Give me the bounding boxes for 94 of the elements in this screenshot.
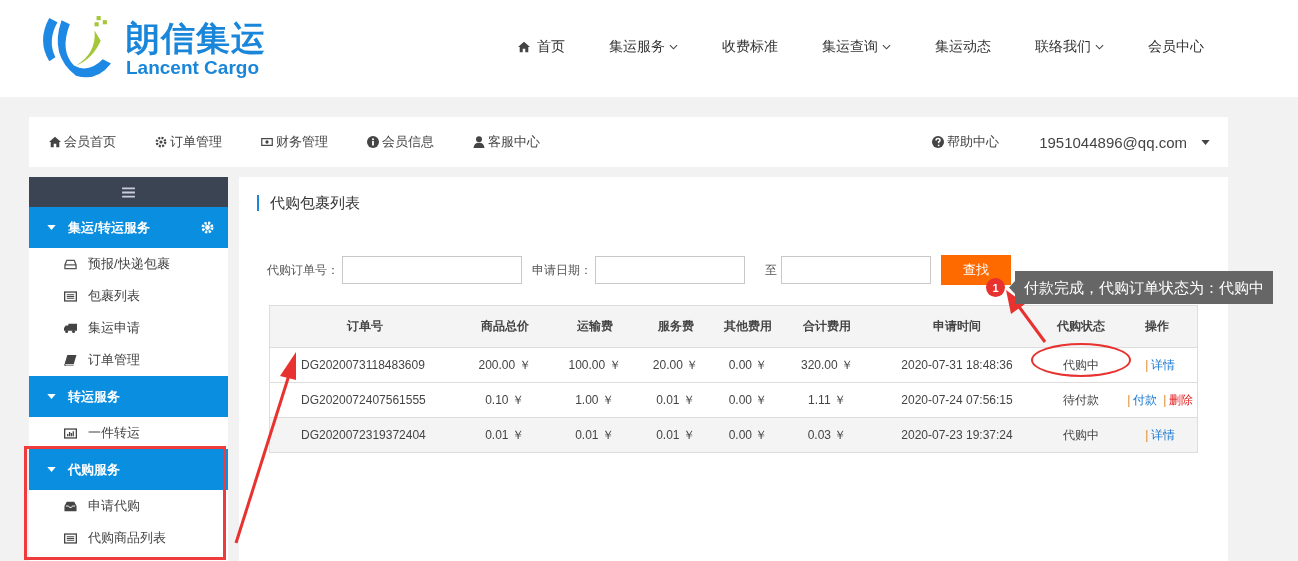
page-title: 代购包裹列表 <box>257 195 1198 211</box>
logo-subtitle: Lancent Cargo <box>126 56 261 79</box>
field-label: 申请日期： <box>532 261 592 279</box>
action-link[interactable]: 删除 <box>1169 392 1194 407</box>
nav-link[interactable]: 会员中心 <box>1126 37 1226 56</box>
settings-icon <box>155 136 167 148</box>
table-cell: 0.00 ￥ <box>711 382 785 418</box>
separator: | <box>1163 392 1167 407</box>
table-cell: DG2020072319372404 <box>269 417 460 453</box>
home-icon <box>49 136 61 148</box>
table-cell: 2020-07-31 18:48:36 <box>869 347 1045 383</box>
help-link[interactable]: 帮助中心 <box>932 133 1000 151</box>
table-cell: 2020-07-24 07:56:15 <box>869 382 1045 418</box>
menu-group-header[interactable]: 代购服务 <box>29 449 228 490</box>
table-cell: 0.01 ￥ <box>459 417 550 453</box>
table-cell: 0.00 ￥ <box>711 417 785 453</box>
column-header: 商品总价 <box>459 305 550 348</box>
member-menu-link[interactable]: 订单管理 <box>155 133 222 151</box>
table-cell: 2020-07-23 19:37:24 <box>869 417 1045 453</box>
table-cell: 0.01 ￥ <box>639 417 712 453</box>
action-link[interactable]: 详情 <box>1151 357 1176 372</box>
caret-icon <box>1201 139 1210 145</box>
separator: | <box>1145 427 1149 442</box>
table-cell: 0.00 ￥ <box>711 347 785 383</box>
account-menu[interactable]: 1951044896@qq.com <box>1039 133 1210 151</box>
member-menu-link[interactable]: 财务管理 <box>261 133 328 151</box>
order-number-field[interactable] <box>342 256 522 284</box>
separator: | <box>1127 392 1131 407</box>
nav-link[interactable]: 收费标准 <box>700 37 800 56</box>
caret-icon <box>47 467 56 472</box>
table-cell: 代购中 <box>1044 347 1118 383</box>
table-cell: 0.01 ￥ <box>639 382 712 418</box>
start-date-field[interactable] <box>595 256 745 284</box>
nav-link[interactable]: 首页 <box>496 37 587 56</box>
table-cell: 待付款 <box>1044 382 1118 418</box>
table-cell: 1.11 ￥ <box>784 382 870 418</box>
nav-link[interactable]: 集运服务 <box>587 37 700 56</box>
book-icon <box>64 354 77 366</box>
caret-icon <box>47 394 56 399</box>
column-header: 服务费 <box>639 305 712 348</box>
list-icon <box>64 290 77 302</box>
table-cell: 200.00 ￥ <box>459 347 550 383</box>
sidebar-item[interactable]: 代购商品列表 <box>29 522 228 554</box>
table-cell: 0.03 ￥ <box>784 417 870 453</box>
menu-toggle[interactable] <box>29 177 228 207</box>
sidebar-item[interactable]: 一件转运 <box>29 417 228 449</box>
truck-icon <box>64 322 77 334</box>
separator: | <box>1145 357 1149 372</box>
table-cell: 代购中 <box>1044 417 1118 453</box>
table-cell: 320.00 ￥ <box>784 347 870 383</box>
caret-icon <box>47 225 56 230</box>
action-link[interactable]: 付款 <box>1133 392 1158 407</box>
action-link[interactable]: 详情 <box>1151 427 1176 442</box>
logo-name: 朗信集运 <box>126 18 266 57</box>
column-header: 代购状态 <box>1044 305 1118 348</box>
table-cell: DG2020072407561555 <box>269 382 460 418</box>
sidebar-item[interactable]: 申请代购 <box>29 490 228 522</box>
table-cell: 100.00 ￥ <box>549 347 640 383</box>
nav-link[interactable]: 集运动态 <box>913 37 1013 56</box>
list-icon <box>64 532 77 544</box>
sidebar-item[interactable]: 订单管理 <box>29 344 228 376</box>
nav-link[interactable]: 联络我们 <box>1013 37 1126 56</box>
sidebar-item[interactable]: 包裹列表 <box>29 280 228 312</box>
end-date-field[interactable] <box>781 256 931 284</box>
column-header: 其他费用 <box>711 305 785 348</box>
column-header: 订单号 <box>269 305 460 348</box>
menu-icon <box>122 186 135 198</box>
inbox-icon <box>64 500 77 512</box>
help-icon <box>932 136 945 148</box>
member-menu-link[interactable]: 会员信息 <box>367 133 434 151</box>
sidebar-item[interactable]: 集运申请 <box>29 312 228 344</box>
table-cell: 1.00 ￥ <box>549 382 640 418</box>
table-cell: 0.01 ￥ <box>549 417 640 453</box>
home-icon <box>518 40 530 53</box>
table-cell: 0.10 ￥ <box>459 382 550 418</box>
column-header: 申请时间 <box>869 305 1045 348</box>
field-label: 代购订单号： <box>267 261 339 279</box>
annotation-tooltip: 付款完成，代购订单状态为：代购中 <box>1009 271 1273 304</box>
user-icon <box>473 136 485 148</box>
menu-group-header[interactable]: 集运/转运服务 <box>29 207 228 248</box>
banknote-icon <box>261 136 273 148</box>
member-menu-link[interactable]: 客服中心 <box>473 133 540 151</box>
member-menu-link[interactable]: 会员首页 <box>49 133 116 151</box>
column-header: 运输费 <box>549 305 640 348</box>
nav-link[interactable]: 集运查询 <box>800 37 913 56</box>
tray-icon <box>64 258 77 270</box>
column-header: 合计费用 <box>784 305 870 348</box>
info-icon <box>367 136 379 148</box>
sidebar-item[interactable]: 预报/快递包裹 <box>29 248 228 280</box>
field-label: 至 <box>765 261 777 279</box>
menu-group-header[interactable]: 转运服务 <box>29 376 228 417</box>
column-header: 操作 <box>1117 305 1198 348</box>
table-cell: 20.00 ￥ <box>639 347 712 383</box>
bar-chart-icon <box>64 427 77 439</box>
